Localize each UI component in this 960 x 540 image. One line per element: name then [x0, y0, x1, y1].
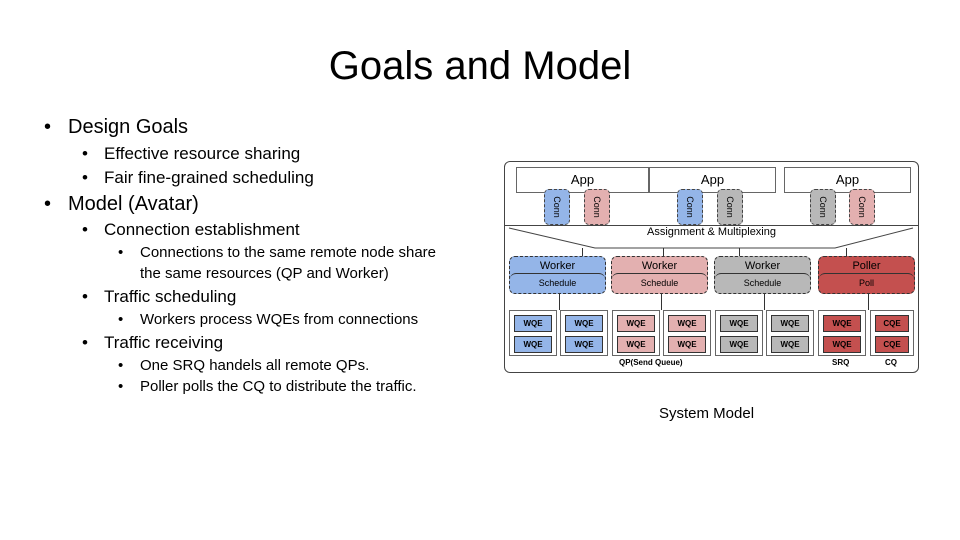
assignment-label: Assignment & Multiplexing — [646, 226, 776, 238]
srq-label: SRQ — [832, 358, 850, 367]
app-box: App — [784, 167, 911, 193]
bullet-glyph: • — [82, 168, 88, 187]
bullet-glyph: • — [82, 333, 88, 352]
conn-box: Conn — [849, 189, 875, 225]
arrow-down — [663, 248, 664, 256]
wqe-cell: WQE — [514, 315, 552, 332]
arrow-down — [559, 294, 560, 310]
system-model-diagram: App App App Conn Conn Conn Conn Conn Con… — [504, 161, 919, 373]
bullet-traffic-receiving: Traffic receiving — [104, 333, 224, 352]
conn-box: Conn — [717, 189, 743, 225]
bullet-connections-share-cont: the same resources (QP and Worker) — [140, 265, 389, 282]
qp-box: WQE WQE — [509, 310, 557, 356]
conn-label: Conn — [552, 196, 562, 218]
wqe-cell: WQE — [617, 315, 655, 332]
poller-box: Poller Poll — [818, 256, 915, 294]
conn-box: Conn — [677, 189, 703, 225]
app-box: App — [516, 167, 649, 193]
arrow-up — [846, 248, 847, 256]
conn-box: Conn — [544, 189, 570, 225]
qp-box: WQE WQE — [560, 310, 608, 356]
bullet-glyph: • — [118, 378, 124, 395]
bullet-glyph: • — [118, 357, 124, 374]
worker-box: Worker Schedule — [611, 256, 708, 294]
worker-box: Worker Schedule — [509, 256, 606, 294]
diagram-caption: System Model — [659, 405, 755, 422]
wqe-cell: WQE — [771, 336, 809, 353]
slide-title: Goals and Model — [328, 44, 632, 88]
wqe-cell: WQE — [823, 315, 861, 332]
bullet-glyph: • — [82, 220, 88, 239]
bullet-glyph: • — [118, 244, 124, 261]
conn-box: Conn — [584, 189, 610, 225]
conn-label: Conn — [592, 196, 602, 218]
qp-box: WQE WQE — [715, 310, 763, 356]
cq-label: CQ — [885, 358, 897, 367]
bullet-glyph: • — [44, 116, 52, 138]
arrow-down — [739, 248, 740, 256]
worker-schedule: Schedule — [715, 273, 810, 293]
wqe-cell: WQE — [617, 336, 655, 353]
wqe-cell: WQE — [823, 336, 861, 353]
conn-label: Conn — [725, 196, 735, 218]
bullet-glyph: • — [44, 193, 52, 215]
conn-label: Conn — [685, 196, 695, 218]
bullet-connections-share: Connections to the same remote node shar… — [140, 244, 437, 261]
bullet-design-goals: Design Goals — [68, 116, 189, 138]
wqe-cell: WQE — [668, 336, 706, 353]
wqe-cell: WQE — [771, 315, 809, 332]
cqe-cell: CQE — [875, 315, 909, 332]
wqe-cell: WQE — [720, 336, 758, 353]
bullet-connection-establishment: Connection establishment — [104, 220, 300, 239]
arrow-down — [661, 294, 662, 310]
qp-box: WQE WQE — [663, 310, 711, 356]
arrow-down — [582, 248, 583, 256]
bullet-glyph: • — [118, 311, 124, 328]
worker-box: Worker Schedule — [714, 256, 811, 294]
app-box: App — [649, 167, 776, 193]
conn-box: Conn — [810, 189, 836, 225]
conn-label: Conn — [857, 196, 867, 218]
bullet-traffic-scheduling: Traffic scheduling — [104, 287, 237, 306]
cq-box: CQE CQE — [870, 310, 914, 356]
qp-label: QP(Send Queue) — [619, 358, 683, 367]
bullet-fair-scheduling: Fair fine-grained scheduling — [104, 168, 314, 187]
srq-box: WQE WQE — [818, 310, 866, 356]
bullet-poller-polls: Poller polls the CQ to distribute the tr… — [140, 378, 417, 395]
bullet-one-srq: One SRQ handels all remote QPs. — [140, 357, 370, 374]
bullet-effective-resource-sharing: Effective resource sharing — [104, 144, 301, 163]
qp-box: WQE WQE — [766, 310, 814, 356]
cqe-cell: CQE — [875, 336, 909, 353]
qp-box: WQE WQE — [612, 310, 660, 356]
arrow-up — [868, 294, 869, 310]
poller-poll: Poll — [819, 273, 914, 293]
worker-schedule: Schedule — [612, 273, 707, 293]
wqe-cell: WQE — [565, 315, 603, 332]
wqe-cell: WQE — [565, 336, 603, 353]
worker-schedule: Schedule — [510, 273, 605, 293]
wqe-cell: WQE — [668, 315, 706, 332]
bullet-glyph: • — [82, 287, 88, 306]
conn-label: Conn — [818, 196, 828, 218]
wqe-cell: WQE — [514, 336, 552, 353]
arrow-down — [764, 294, 765, 310]
bullet-glyph: • — [82, 144, 88, 163]
bullet-model-avatar: Model (Avatar) — [68, 193, 199, 215]
wqe-cell: WQE — [720, 315, 758, 332]
bullet-workers-process: Workers process WQEs from connections — [140, 311, 419, 328]
